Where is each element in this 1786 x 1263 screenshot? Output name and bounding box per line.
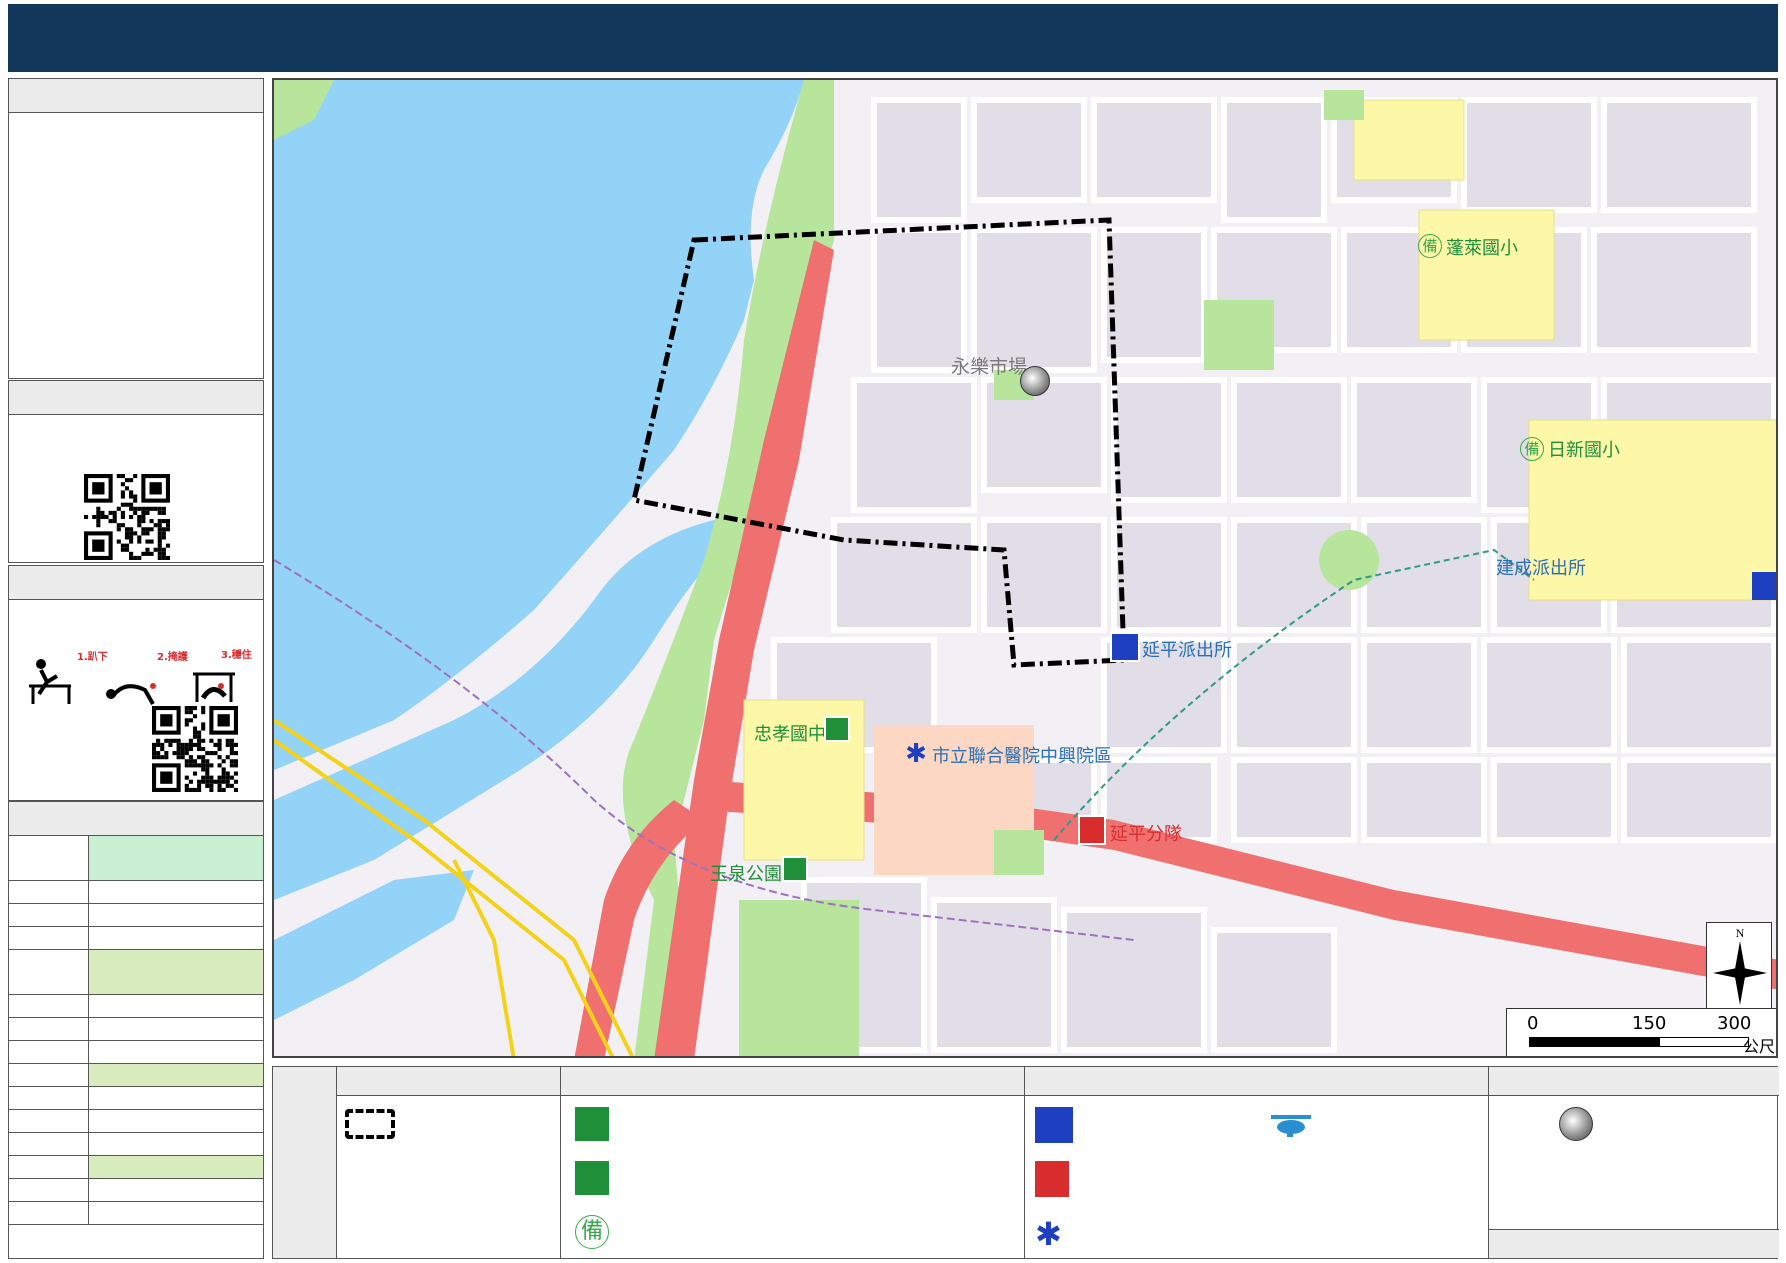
legend-col-assembly — [1489, 1067, 1779, 1258]
qr-panel — [8, 380, 264, 563]
rixin-school-label: 日新國小 — [1548, 440, 1620, 461]
step3-label: 3.穩住 — [221, 648, 252, 661]
compass-icon: N — [1713, 926, 1767, 1005]
police-legend-icon — [1035, 1107, 1073, 1143]
zhongxiao-school-label: 忠孝國中 — [754, 724, 826, 745]
assembly-legend-icon — [1559, 1107, 1593, 1141]
table-row — [9, 904, 263, 927]
legend-col-services: ✱ — [1025, 1067, 1489, 1258]
yanping-police-label: 延平派出所 — [1142, 640, 1232, 661]
table-row — [9, 1018, 263, 1041]
table-row — [9, 1133, 263, 1156]
table-row — [9, 836, 263, 881]
qr-panel-header — [9, 381, 263, 415]
yongle-market-label: 永樂市場 — [951, 356, 1028, 378]
safety-panel: 1.趴下 2.掩護 3.穩住 — [8, 565, 264, 801]
shelter-table-header — [9, 802, 263, 836]
north-school-area — [1353, 99, 1465, 181]
step1-label: 1.趴下 — [77, 651, 108, 663]
drop-cover-hold-illustration: 1.趴下 2.掩護 3.穩住 — [29, 648, 252, 705]
table-row — [9, 927, 263, 950]
table-row — [9, 1110, 263, 1133]
penglai-school-label: 蓬萊國小 — [1446, 238, 1518, 259]
shelter-table — [8, 801, 264, 1259]
table-row — [9, 1179, 263, 1202]
scale-unit: 公尺 — [1743, 1037, 1776, 1056]
medical-legend-icon: ✱ — [1035, 1215, 1062, 1253]
yanping-fire-label: 延平分隊 — [1110, 824, 1182, 845]
scale-bar: 0 150 300 公尺 — [1506, 1008, 1776, 1056]
table-row — [9, 1156, 263, 1179]
boundary-legend-icon — [345, 1109, 395, 1139]
table-row — [9, 1064, 263, 1087]
hold-figure-icon — [193, 672, 235, 702]
legend-panel: 備 ✱ — [272, 1066, 1779, 1259]
info-panel — [8, 78, 264, 379]
police-station-icon[interactable] — [1110, 632, 1140, 662]
park-legend-icon — [575, 1161, 609, 1195]
north-arrow: N — [1706, 922, 1772, 1010]
table-row — [9, 1202, 263, 1225]
park-evacuation-icon[interactable] — [782, 856, 808, 882]
cover-figure-icon — [106, 683, 156, 705]
legend-side-header — [273, 1067, 337, 1258]
police-station-icon[interactable] — [1752, 572, 1776, 600]
penglai-school-area — [1418, 209, 1555, 341]
scale-tick-300: 300 — [1717, 1013, 1752, 1034]
backup-shelter-icon[interactable]: 備 — [1418, 234, 1442, 258]
table-row — [9, 881, 263, 904]
table-row — [9, 995, 263, 1018]
qr-code[interactable] — [84, 474, 170, 560]
table-row — [9, 950, 263, 995]
assembly-point-icon[interactable] — [1020, 366, 1050, 396]
drop-figure-icon — [29, 659, 71, 704]
legend-col-shelters: 備 — [561, 1067, 1025, 1258]
safety-qr-code[interactable] — [152, 706, 238, 792]
scale-tick-0: 0 — [1527, 1013, 1539, 1034]
evacuation-map[interactable]: 永樂市場 備 蓬萊國小 備 日新國小 建成派出所 延平派出所 忠孝國中 ✱ 市立… — [272, 78, 1778, 1058]
safety-panel-header — [9, 566, 263, 600]
scale-tick-150: 150 — [1632, 1013, 1667, 1034]
medical-icon[interactable]: ✱ — [902, 740, 930, 768]
backup-shelter-icon[interactable]: 備 — [1520, 437, 1544, 461]
fire-legend-icon — [1035, 1161, 1069, 1197]
jiancheng-police-label: 建成派出所 — [1496, 558, 1586, 579]
shelter-legend-icon — [575, 1107, 609, 1141]
info-panel-header — [9, 79, 263, 113]
title-banner — [8, 4, 1778, 72]
legend-col-boundary — [337, 1067, 561, 1258]
fire-station-icon[interactable] — [1078, 815, 1106, 845]
table-row — [9, 1087, 263, 1110]
hospital-label: 市立聯合醫院中興院區 — [932, 746, 1112, 767]
table-row — [9, 1041, 263, 1064]
yuquan-park-label: 玉泉公園 — [710, 864, 782, 885]
step2-label: 2.掩護 — [157, 650, 189, 663]
compass-letter: N — [1736, 926, 1745, 940]
shelter-icon[interactable] — [824, 716, 850, 742]
backup-legend-icon: 備 — [575, 1215, 609, 1249]
helicopter-legend-icon — [1269, 1113, 1317, 1137]
